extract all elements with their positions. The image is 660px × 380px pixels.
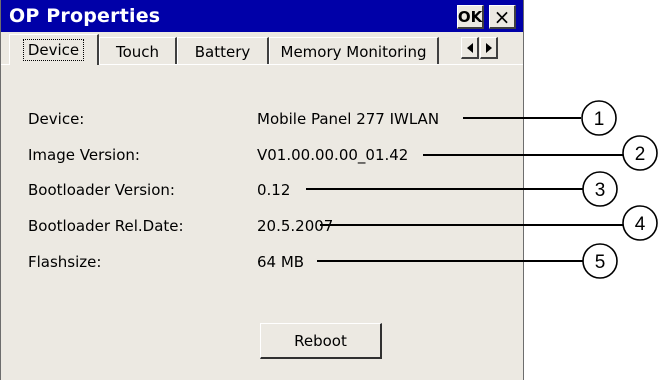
callout-number-5: 5 [595, 252, 606, 273]
callout-5: 5 [317, 243, 618, 279]
callout-3: 3 [306, 171, 618, 207]
callout-1: 1 [463, 100, 617, 136]
tab-device[interactable]: Device [9, 34, 99, 65]
tab-device-label: Device [22, 39, 85, 61]
callout-number-1: 1 [594, 109, 605, 130]
callout-number-2: 2 [635, 144, 646, 165]
callout-number-3: 3 [595, 180, 606, 201]
callout-2: 2 [423, 135, 658, 171]
callout-overlay: 1 2 3 4 5 [306, 100, 658, 279]
callout-number-4: 4 [635, 214, 646, 235]
callout-4: 4 [320, 205, 658, 241]
